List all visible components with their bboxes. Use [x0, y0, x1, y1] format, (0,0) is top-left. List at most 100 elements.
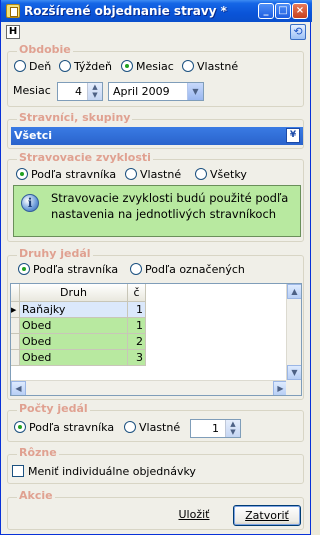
- radio-vlastne-obdobie-dot: [182, 60, 194, 72]
- minimize-button[interactable]: _: [258, 3, 274, 19]
- info-line-1: Stravovacie zvyklosti budú použité podľa: [51, 191, 289, 205]
- checkbox-box: [12, 465, 24, 477]
- radio-vlastne-obdobie-label: Vlastné: [197, 60, 239, 73]
- radio-den[interactable]: Deň: [14, 60, 51, 73]
- radio-mesiac-dot: [121, 60, 133, 72]
- maximize-button[interactable]: □: [275, 3, 291, 19]
- table-row-c[interactable]: 2: [128, 334, 146, 350]
- table-row-druh[interactable]: Obed: [20, 318, 128, 334]
- table-row-druh[interactable]: Obed: [20, 350, 128, 366]
- obdobie-label: Obdobie: [17, 43, 73, 56]
- druhy-label: Druhy jedál: [17, 247, 93, 260]
- vertical-scrollbar[interactable]: ▲ ▼: [286, 284, 301, 380]
- radio-druhy-stravnik[interactable]: Podľa stravníka: [18, 263, 118, 276]
- scroll-down-icon[interactable]: ▼: [287, 365, 301, 380]
- month-select[interactable]: April 2009 ▼: [108, 82, 204, 101]
- dialog-window: Rozšírené objednanie stravy * _ □ × H ⟲ …: [0, 0, 312, 535]
- spin-down-icon[interactable]: ▼: [88, 91, 102, 99]
- horizontal-scrollbar[interactable]: ◀ ▶: [11, 380, 288, 395]
- save-button-label: Uložiť: [178, 508, 210, 521]
- radio-zvyk-vlastne-label: Vlastné: [140, 168, 182, 181]
- radio-pocty-stravnik-label: Podľa stravníka: [29, 421, 115, 434]
- radio-den-label: Deň: [29, 60, 52, 73]
- radio-tyzden[interactable]: Týždeň: [59, 60, 112, 73]
- spin-down-icon[interactable]: ▼: [226, 428, 240, 436]
- info-icon: i: [21, 194, 39, 212]
- stravnici-selector[interactable]: Všetci ¥: [11, 127, 303, 145]
- akcie-label: Akcie: [17, 489, 55, 502]
- table-row-druh[interactable]: Raňajky: [20, 302, 128, 318]
- dropdown-icon[interactable]: ¥: [286, 128, 300, 143]
- table-row-c[interactable]: 1: [128, 318, 146, 334]
- row-indicator-icon[interactable]: ▶: [11, 302, 20, 318]
- radio-pocty-stravnik-dot: [14, 421, 26, 433]
- radio-mesiac-label: Mesiac: [136, 60, 174, 73]
- radio-druhy-stravnik-dot: [18, 263, 30, 275]
- pocty-stepper[interactable]: 1 ▲ ▼: [190, 419, 241, 438]
- radio-zvyk-vsetky[interactable]: Všetky: [195, 168, 247, 181]
- radio-druhy-oznacene[interactable]: Podľa označených: [130, 263, 245, 276]
- grid-corner-header: [11, 284, 20, 302]
- radio-pocty-vlastne-label: Vlastné: [139, 421, 181, 434]
- grid-header-c[interactable]: č: [128, 284, 146, 302]
- radio-pocty-vlastne[interactable]: Vlastné: [124, 421, 180, 434]
- row-selector[interactable]: [11, 334, 20, 350]
- window-title: Rozšírené objednanie stravy *: [24, 4, 227, 18]
- pocty-spin[interactable]: ▲ ▼: [225, 420, 240, 437]
- help-icon[interactable]: H: [6, 25, 20, 39]
- radio-druhy-oznacene-label: Podľa označených: [145, 263, 245, 276]
- app-icon: [6, 4, 20, 18]
- radio-mesiac[interactable]: Mesiac: [121, 60, 174, 73]
- individual-orders-checkbox[interactable]: Meniť individuálne objednávky: [12, 465, 196, 478]
- month-select-value: April 2009: [113, 85, 170, 98]
- stravnici-label: Stravníci, skupiny: [17, 111, 133, 124]
- pocty-label: Počty jedál: [17, 402, 90, 415]
- rozne-label: Rôzne: [17, 446, 59, 459]
- row-selector[interactable]: [11, 350, 20, 366]
- refresh-icon[interactable]: ⟲: [290, 24, 306, 40]
- radio-druhy-oznacene-dot: [130, 263, 142, 275]
- table-row-c[interactable]: 1: [128, 302, 146, 318]
- scroll-up-icon[interactable]: ▲: [287, 284, 301, 299]
- pocty-value: 1: [212, 422, 219, 435]
- radio-zvyk-vlastne[interactable]: Vlastné: [125, 168, 181, 181]
- radio-druhy-stravnik-label: Podľa stravníka: [33, 263, 119, 276]
- chevron-down-icon[interactable]: ▼: [187, 83, 203, 100]
- spin-up-icon[interactable]: ▲: [226, 420, 240, 428]
- radio-den-dot: [14, 60, 26, 72]
- title-bar[interactable]: Rozšírené objednanie stravy * _ □ ×: [1, 0, 312, 22]
- month-number-stepper[interactable]: 4 ▲ ▼: [57, 82, 103, 101]
- month-spin[interactable]: ▲ ▼: [87, 83, 102, 100]
- scrollbar-corner: [286, 380, 301, 395]
- month-number-value: 4: [75, 85, 82, 98]
- radio-zvyk-stravnik-dot: [16, 168, 28, 180]
- radio-zvyk-stravnik-label: Podľa stravníka: [31, 168, 117, 181]
- druhy-grid[interactable]: Druh č ▶ Raňajky 1 Obed 1 Obed 2 Obed 3 …: [10, 283, 302, 396]
- radio-zvyk-vsetky-label: Všetky: [210, 168, 247, 181]
- info-box: i Stravovacie zvyklosti budú použité pod…: [13, 185, 301, 237]
- scroll-left-icon[interactable]: ◀: [11, 381, 26, 395]
- close-dialog-button-label: Zatvoriť: [245, 509, 289, 522]
- row-selector[interactable]: [11, 318, 20, 334]
- table-row-druh[interactable]: Obed: [20, 334, 128, 350]
- zvyklosti-label: Stravovacie zvyklosti: [17, 151, 153, 164]
- stravnici-value: Všetci: [14, 129, 53, 142]
- save-button[interactable]: Uložiť: [171, 505, 217, 526]
- radio-zvyk-vlastne-dot: [125, 168, 137, 180]
- mesiac-label: Mesiac: [13, 84, 51, 97]
- info-line-2: nastavenia na jednotlivých stravníkoch: [51, 207, 277, 221]
- info-text: Stravovacie zvyklosti budú použité podľa…: [51, 190, 296, 222]
- radio-vlastne-obdobie[interactable]: Vlastné: [182, 60, 238, 73]
- close-dialog-button[interactable]: Zatvoriť: [233, 505, 301, 526]
- spin-up-icon[interactable]: ▲: [88, 83, 102, 91]
- radio-pocty-vlastne-dot: [124, 421, 136, 433]
- radio-tyzden-dot: [59, 60, 71, 72]
- toolbar: H ⟲: [3, 23, 308, 41]
- radio-zvyk-vsetky-dot: [195, 168, 207, 180]
- individual-orders-label: Meniť individuálne objednávky: [28, 465, 196, 478]
- close-button[interactable]: ×: [292, 3, 308, 19]
- radio-zvyk-stravnik[interactable]: Podľa stravníka: [16, 168, 116, 181]
- table-row-c[interactable]: 3: [128, 350, 146, 366]
- radio-pocty-stravnik[interactable]: Podľa stravníka: [14, 421, 114, 434]
- grid-header-druh[interactable]: Druh: [20, 284, 128, 302]
